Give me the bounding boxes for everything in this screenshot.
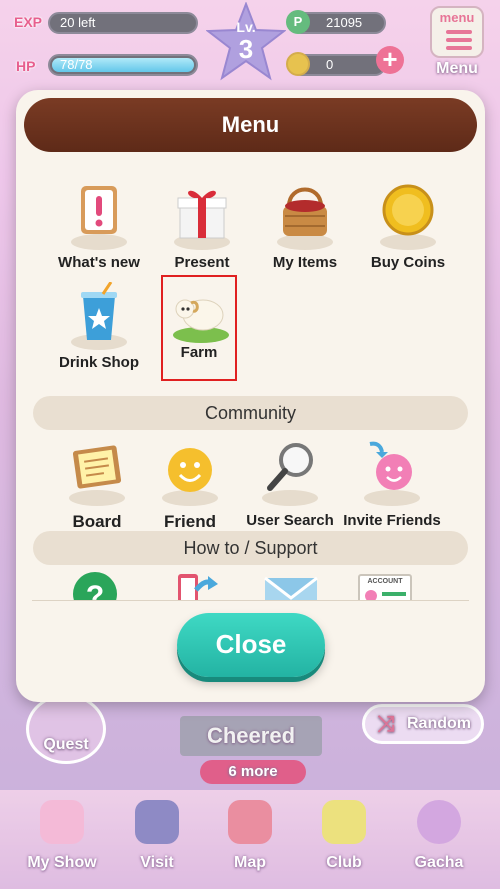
- dialog-title: Menu: [221, 112, 280, 137]
- basket-icon: [277, 187, 333, 250]
- item-label: Present: [174, 254, 230, 271]
- support-row: ? ACCOUNT: [16, 568, 485, 600]
- menu-item-whats-new[interactable]: What's new: [42, 182, 156, 290]
- transfer-icon[interactable]: [172, 570, 222, 600]
- item-label: Drink Shop: [58, 354, 139, 371]
- gift-icon: [174, 190, 230, 250]
- card-line: [382, 592, 406, 596]
- item-label: My Items: [272, 254, 338, 271]
- menu-item-buy-coins[interactable]: Buy Coins: [351, 182, 465, 290]
- avatar: [365, 590, 377, 600]
- item-label: Invite Friends: [343, 512, 441, 529]
- help-icon[interactable]: ?: [70, 570, 120, 600]
- item-label: Buy Coins: [370, 254, 446, 271]
- menu-item-present[interactable]: Present: [145, 182, 259, 290]
- dialog-header: Menu: [24, 98, 477, 152]
- community-header: Community: [33, 396, 468, 430]
- menu-item-my-items[interactable]: My Items: [248, 182, 362, 290]
- scroll-divider: [32, 600, 469, 601]
- board-icon: [69, 445, 125, 506]
- menu-item-drink-shop[interactable]: Drink Shop: [42, 282, 156, 390]
- menu-dialog: Menu What's new Present My Items Buy Coi…: [16, 90, 485, 702]
- close-button[interactable]: Close: [177, 613, 325, 677]
- coin-icon: [380, 184, 436, 250]
- item-label: Friend: [164, 512, 216, 531]
- svg-text:?: ?: [86, 580, 104, 600]
- account-card-icon[interactable]: ACCOUNT: [358, 574, 412, 600]
- account-card-text: ACCOUNT: [367, 578, 403, 585]
- notice-icon: [71, 186, 127, 250]
- smiley-icon: [162, 448, 218, 506]
- support-header: How to / Support: [33, 531, 468, 565]
- magnifier-icon: [262, 443, 318, 506]
- item-label: Farm: [180, 344, 218, 361]
- drink-cup-icon: [71, 282, 127, 350]
- mail-icon[interactable]: [263, 576, 319, 600]
- invite-icon: [364, 441, 420, 506]
- menu-item-farm[interactable]: Farm: [161, 275, 237, 381]
- item-label: What's new: [58, 254, 140, 271]
- item-label: User Search: [246, 512, 334, 529]
